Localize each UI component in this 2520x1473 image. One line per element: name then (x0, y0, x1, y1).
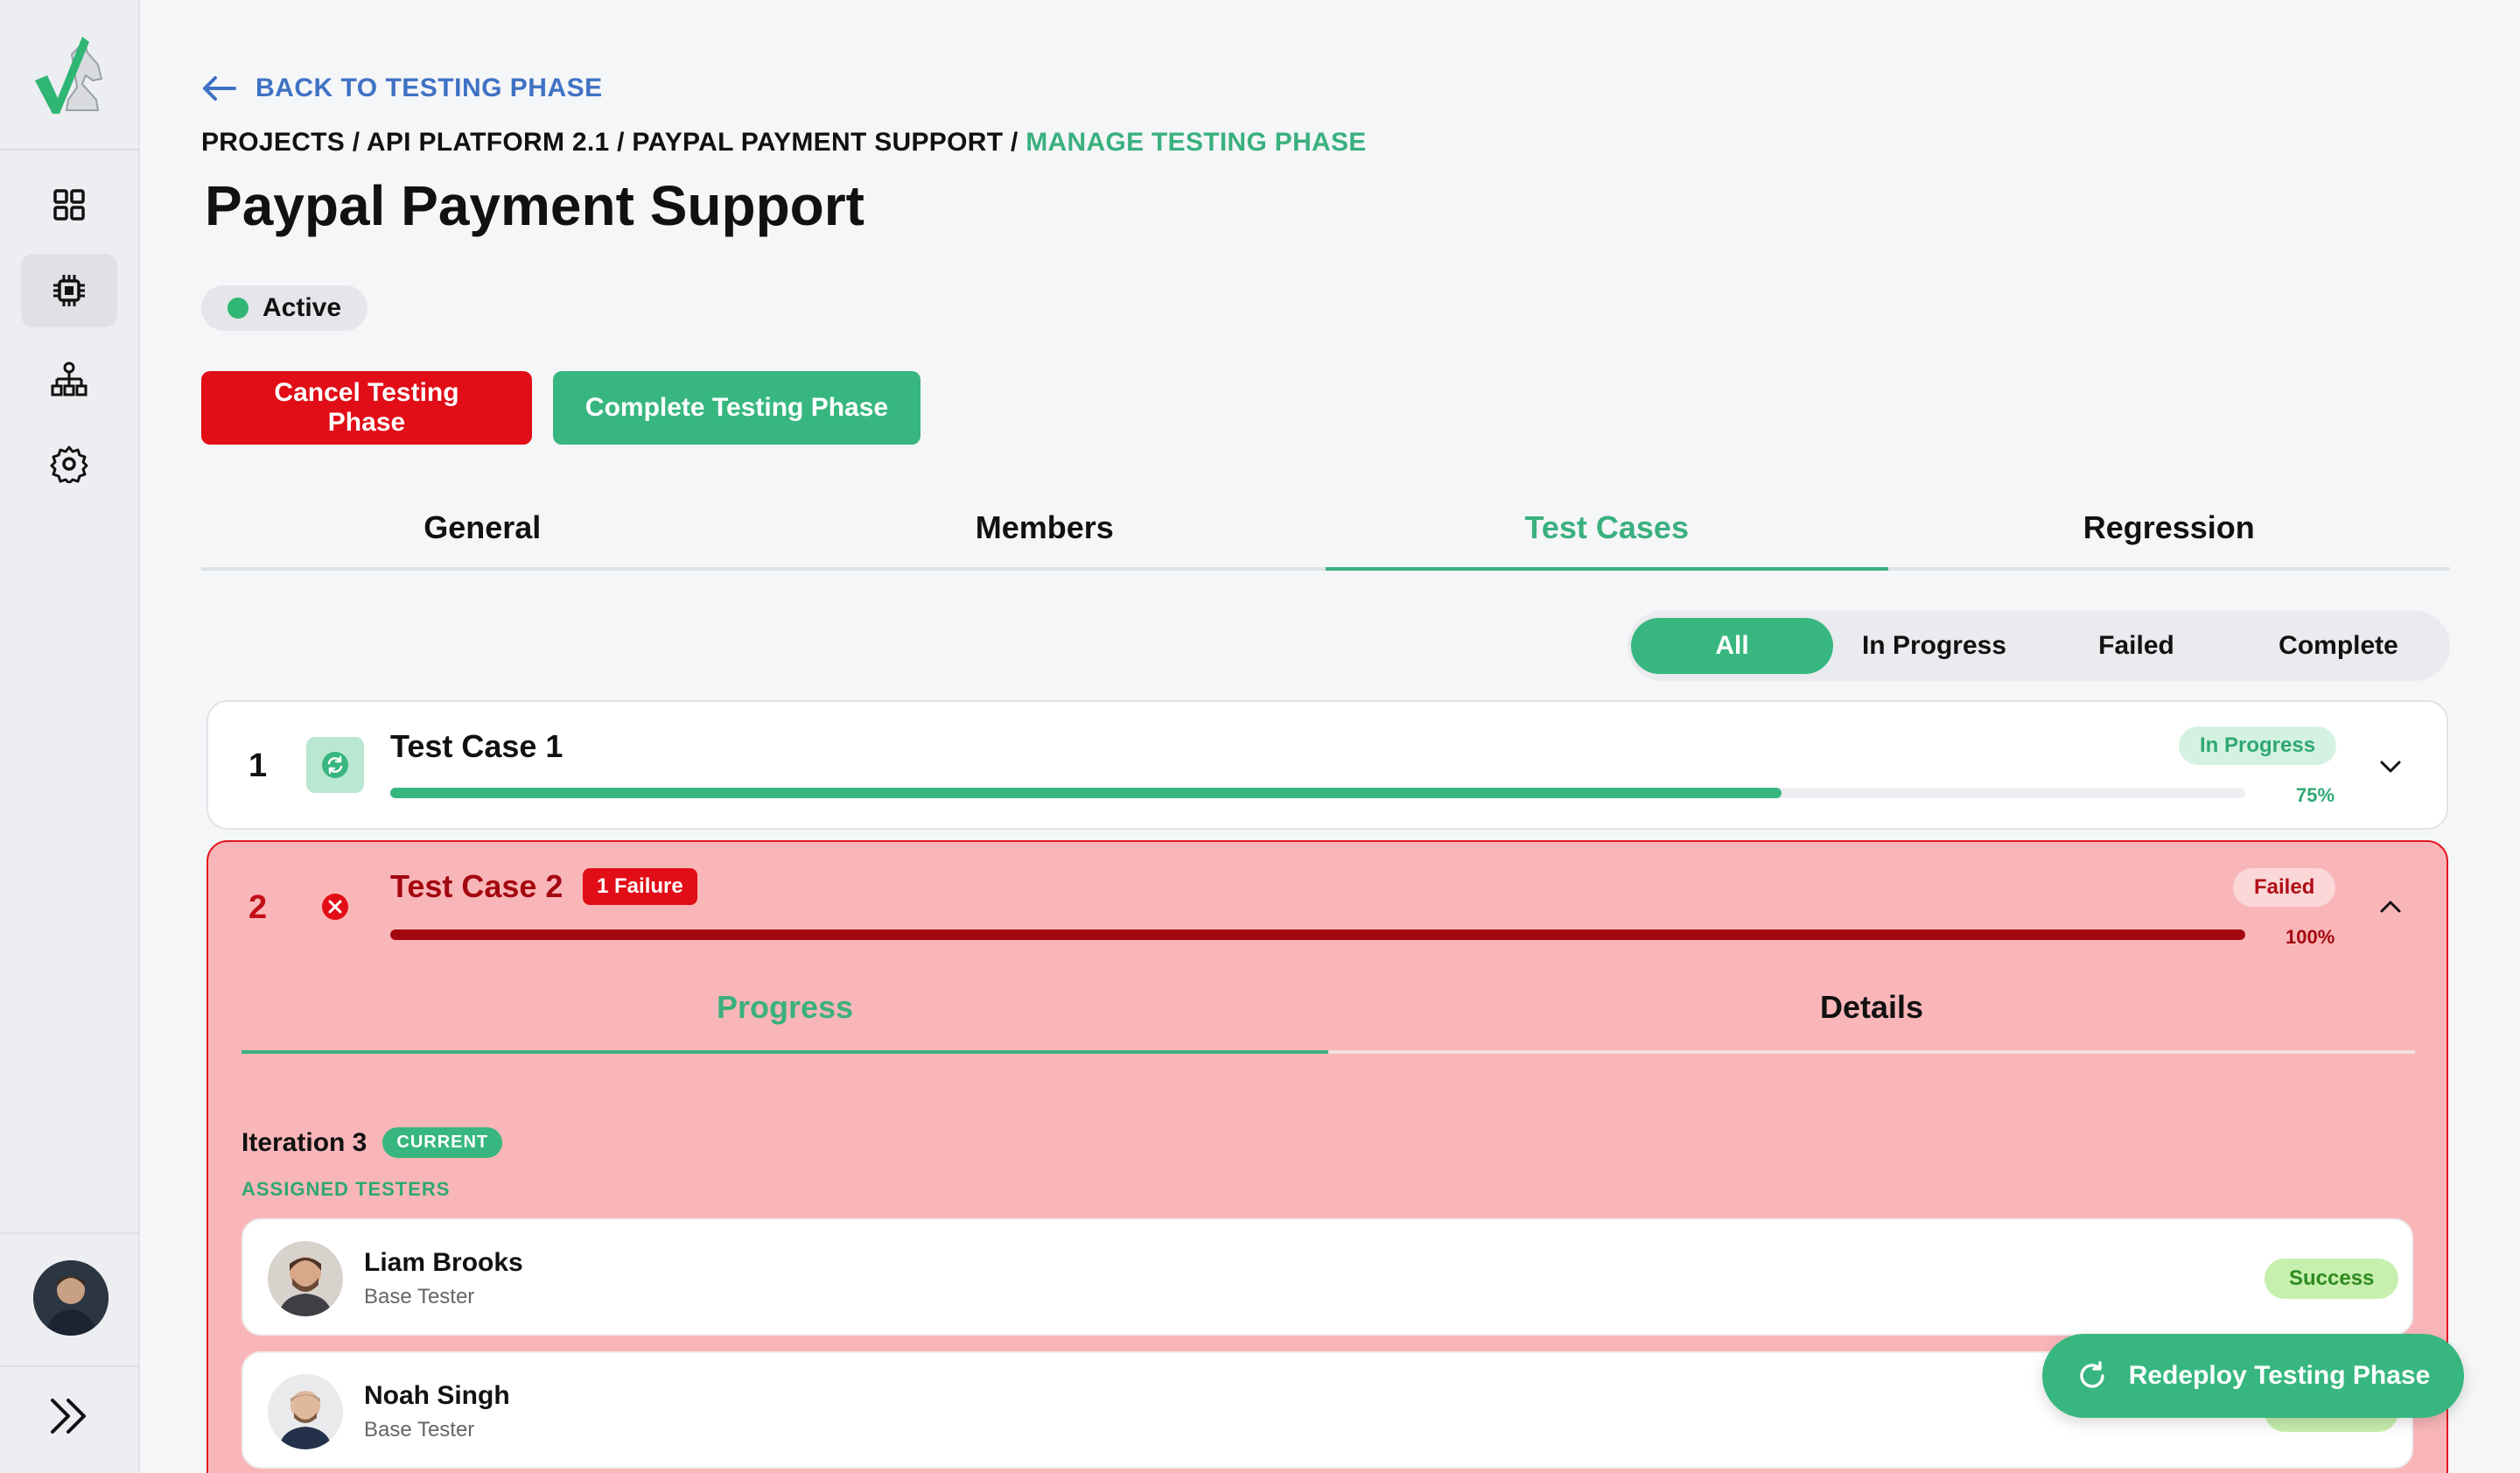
status-filter: All In Progress Failed Complete (1628, 611, 2450, 681)
chip-icon (53, 275, 85, 306)
refresh-icon (2080, 1361, 2104, 1388)
test-case-number: 2 (248, 889, 268, 926)
avatar (268, 1241, 343, 1316)
breadcrumb-feature[interactable]: PAYPAL PAYMENT SUPPORT (632, 128, 1003, 157)
nav-settings[interactable] (21, 427, 117, 501)
iteration-heading: Iteration 3 CURRENT (242, 1127, 503, 1158)
progress-bar (390, 788, 2245, 798)
test-case-card[interactable]: 1 Test Case 1 In Progress 75% (206, 700, 2448, 830)
avatar (268, 1374, 343, 1449)
complete-testing-phase-button[interactable]: Complete Testing Phase (553, 371, 920, 445)
subtab-details[interactable]: Details (1328, 980, 2415, 1050)
redeploy-testing-phase-button[interactable]: Redeploy Testing Phase (2042, 1334, 2464, 1418)
tab-general[interactable]: General (201, 490, 764, 567)
hierarchy-icon (51, 361, 88, 396)
test-case-subtabs: Progress Details (242, 980, 2415, 1054)
status-badge: Active (201, 285, 368, 331)
tester-name: Liam Brooks (364, 1248, 523, 1277)
progress-bar-fill (390, 929, 2245, 940)
tester-role: Base Tester (364, 1285, 475, 1308)
breadcrumb-separator: / (609, 128, 633, 157)
filter-failed[interactable]: Failed (2035, 618, 2237, 674)
nav-testing[interactable] (21, 254, 117, 327)
breadcrumb-project[interactable]: API PLATFORM 2.1 (367, 128, 610, 157)
user-avatar[interactable] (33, 1260, 108, 1336)
cancel-testing-phase-button[interactable]: Cancel Testing Phase (201, 371, 532, 445)
status-badge: Failed (2233, 868, 2336, 907)
filter-complete[interactable]: Complete (2237, 618, 2440, 674)
page-title: Paypal Payment Support (205, 174, 864, 237)
expand-sidebar-button[interactable] (44, 1390, 96, 1442)
logo-icon[interactable] (32, 30, 108, 117)
sidebar-divider (0, 1365, 140, 1367)
tester-row[interactable]: Liam Brooks Base Tester Success (242, 1218, 2413, 1336)
redeploy-label: Redeploy Testing Phase (2128, 1361, 2431, 1390)
back-link-label: BACK TO TESTING PHASE (256, 74, 603, 102)
tab-bar: General Members Test Cases Regression (201, 490, 2450, 571)
breadcrumb-projects[interactable]: PROJECTS (201, 128, 345, 157)
tester-name: Noah Singh (364, 1381, 510, 1410)
test-case-title: Test Case 2 (390, 868, 564, 904)
chevron-up-icon[interactable] (2375, 891, 2406, 922)
gear-icon (50, 445, 88, 483)
in-progress-icon (306, 737, 364, 793)
assigned-testers-label: ASSIGNED TESTERS (242, 1178, 451, 1200)
arrow-left-icon (203, 76, 236, 101)
filter-in-progress[interactable]: In Progress (1833, 618, 2035, 674)
progress-percent: 100% (2286, 926, 2335, 948)
tab-regression[interactable]: Regression (1888, 490, 2451, 567)
breadcrumb-current: MANAGE TESTING PHASE (1026, 128, 1367, 157)
tab-members[interactable]: Members (764, 490, 1326, 567)
status-dot-icon (228, 298, 248, 319)
sidebar-divider (0, 149, 140, 151)
failure-count-badge: 1 Failure (583, 868, 697, 905)
progress-bar (390, 929, 2245, 940)
breadcrumb: PROJECTS / API PLATFORM 2.1 / PAYPAL PAY… (201, 128, 1367, 158)
double-chevron-right-icon (51, 1399, 86, 1434)
failed-icon (306, 879, 364, 935)
subtab-progress[interactable]: Progress (242, 980, 1328, 1054)
iteration-label: Iteration 3 (242, 1127, 368, 1157)
nav-organization[interactable] (21, 343, 117, 417)
sidebar-divider (0, 1232, 140, 1234)
tab-test-cases[interactable]: Test Cases (1326, 490, 1888, 571)
test-case-number: 1 (248, 747, 268, 784)
chevron-down-icon[interactable] (2375, 751, 2406, 782)
nav-dashboard[interactable] (21, 168, 117, 242)
filter-all[interactable]: All (1631, 618, 1833, 674)
back-link[interactable]: BACK TO TESTING PHASE (201, 74, 603, 103)
result-badge: Success (2264, 1259, 2399, 1299)
current-iteration-badge: CURRENT (382, 1127, 503, 1158)
status-badge: In Progress (2179, 726, 2337, 765)
tester-role: Base Tester (364, 1418, 475, 1441)
status-label: Active (262, 293, 342, 322)
progress-percent: 75% (2296, 784, 2335, 806)
breadcrumb-separator: / (1003, 128, 1026, 157)
breadcrumb-separator: / (345, 128, 367, 157)
test-case-title: Test Case 1 (390, 728, 564, 764)
progress-bar-fill (390, 788, 1782, 798)
dashboard-icon (53, 189, 85, 221)
sidebar (0, 0, 140, 1473)
